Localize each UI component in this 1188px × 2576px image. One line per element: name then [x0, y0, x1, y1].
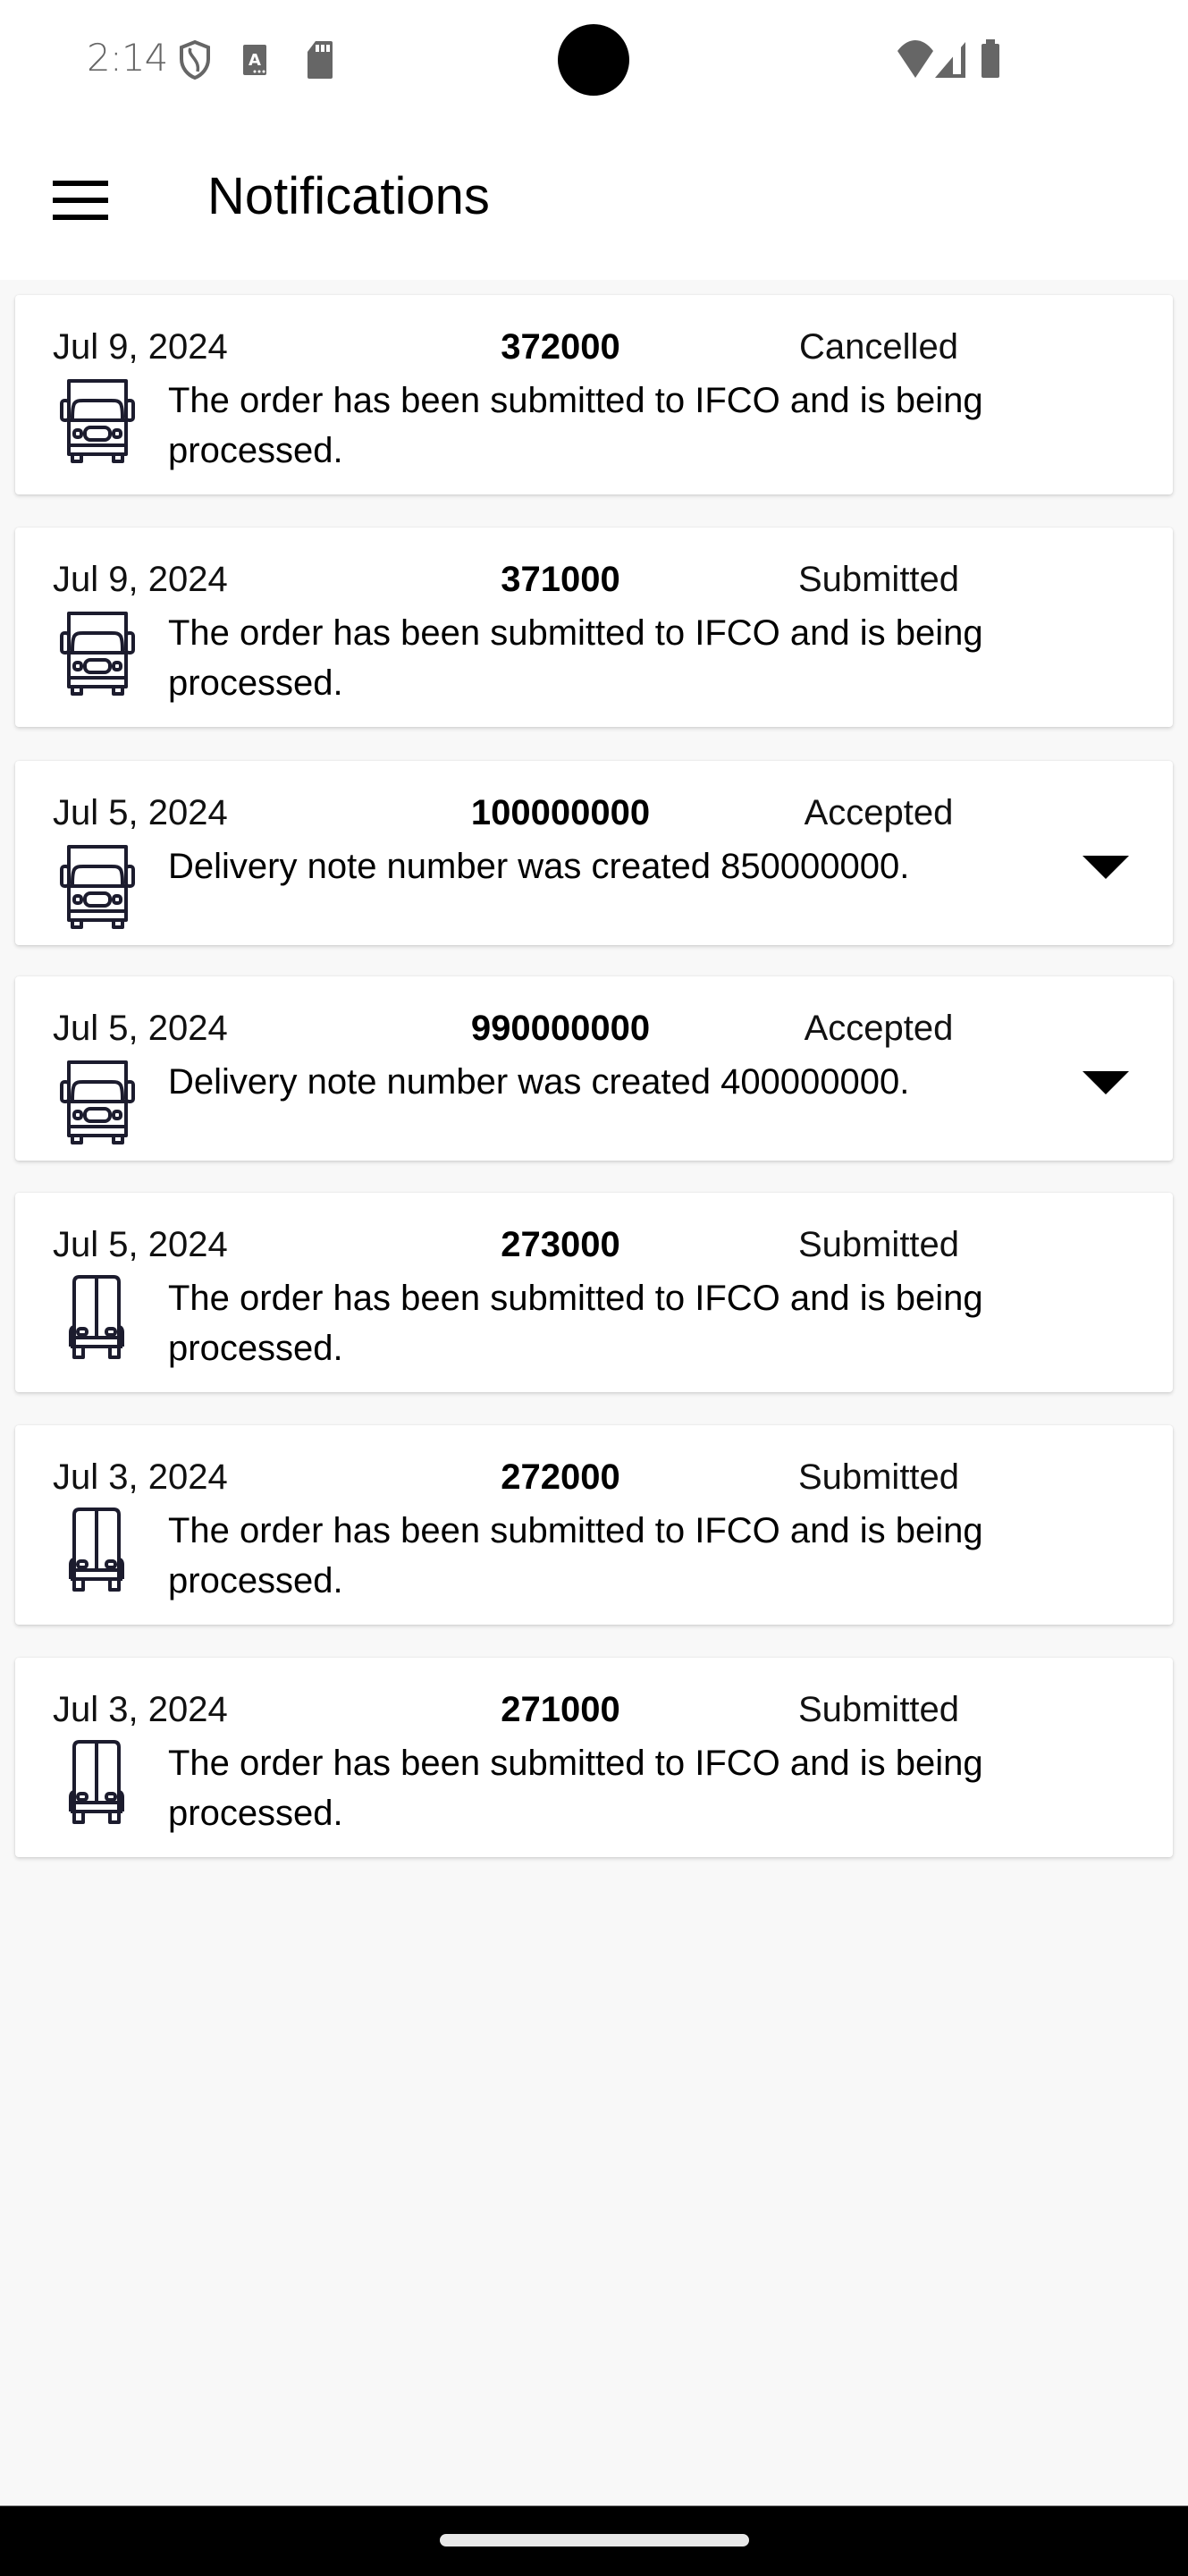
truck-rear-icon: [69, 1740, 124, 1824]
shield-icon: [180, 39, 210, 80]
order-status: Cancelled: [799, 327, 958, 367]
notification-card[interactable]: Jul 9, 2024 372000 Cancelled The order h…: [15, 295, 1173, 494]
truck-rear-icon: [69, 1275, 124, 1359]
truck-front-icon: [60, 1060, 135, 1144]
notification-date: Jul 9, 2024: [53, 327, 228, 367]
notification-message: Delivery note number was created 4000000…: [168, 1062, 910, 1102]
notification-message: The order has been submitted to IFCO and…: [168, 1744, 983, 1833]
notification-message: The order has been submitted to IFCO and…: [168, 381, 983, 470]
order-status: Accepted: [804, 1009, 954, 1048]
notification-date: Jul 5, 2024: [53, 1225, 228, 1264]
sd-card-icon: [308, 41, 333, 79]
notification-card[interactable]: Jul 3, 2024 271000 Submitted The order h…: [15, 1658, 1173, 1857]
wifi-icon: [897, 40, 933, 78]
caret-down-icon: [1083, 856, 1129, 879]
expand-button[interactable]: [1074, 841, 1137, 895]
menu-button[interactable]: [41, 161, 120, 240]
order-status: Submitted: [797, 1457, 960, 1497]
notification-date: Jul 9, 2024: [53, 560, 228, 599]
svg-text:A: A: [249, 51, 261, 70]
status-time: 2:14: [87, 36, 168, 80]
cellular-signal-icon: [935, 42, 965, 78]
accessibility-a-icon: A: [243, 45, 266, 75]
notification-message: The order has been submitted to IFCO and…: [168, 1511, 983, 1600]
notification-message: Delivery note number was created 8500000…: [168, 847, 910, 886]
truck-front-icon: [60, 845, 135, 929]
truck-rear-icon: [69, 1508, 124, 1592]
status-bar: 2:14 A: [0, 0, 1188, 116]
notification-card[interactable]: Jul 5, 2024 273000 Submitted The order h…: [15, 1193, 1173, 1392]
notification-date: Jul 5, 2024: [53, 1009, 228, 1048]
truck-front-icon: [60, 612, 135, 696]
order-status: Submitted: [797, 1690, 960, 1729]
notification-card[interactable]: Jul 3, 2024 272000 Submitted The order h…: [15, 1425, 1173, 1625]
order-status: Submitted: [797, 1225, 960, 1264]
order-status: Accepted: [804, 793, 954, 832]
notification-date: Jul 5, 2024: [53, 793, 228, 832]
notification-date: Jul 3, 2024: [53, 1690, 228, 1729]
notification-card[interactable]: Jul 9, 2024 371000 Submitted The order h…: [15, 528, 1173, 727]
home-indicator[interactable]: [440, 2534, 749, 2546]
page-title: Notifications: [207, 167, 490, 225]
truck-front-icon: [60, 379, 135, 463]
order-status: Submitted: [797, 560, 960, 599]
notification-message: The order has been submitted to IFCO and…: [168, 613, 983, 703]
notification-message: The order has been submitted to IFCO and…: [168, 1279, 983, 1368]
app-bar: [0, 116, 1188, 280]
hamburger-menu-icon: [53, 181, 108, 220]
notification-card[interactable]: Jul 5, 2024 100000000 Accepted Delivery …: [15, 761, 1173, 945]
battery-icon: [982, 39, 999, 78]
expand-button[interactable]: [1074, 1057, 1137, 1111]
camera-cutout: [558, 24, 629, 96]
notification-card[interactable]: Jul 5, 2024 990000000 Accepted Delivery …: [15, 976, 1173, 1161]
notification-date: Jul 3, 2024: [53, 1457, 228, 1497]
caret-down-icon: [1083, 1071, 1129, 1094]
